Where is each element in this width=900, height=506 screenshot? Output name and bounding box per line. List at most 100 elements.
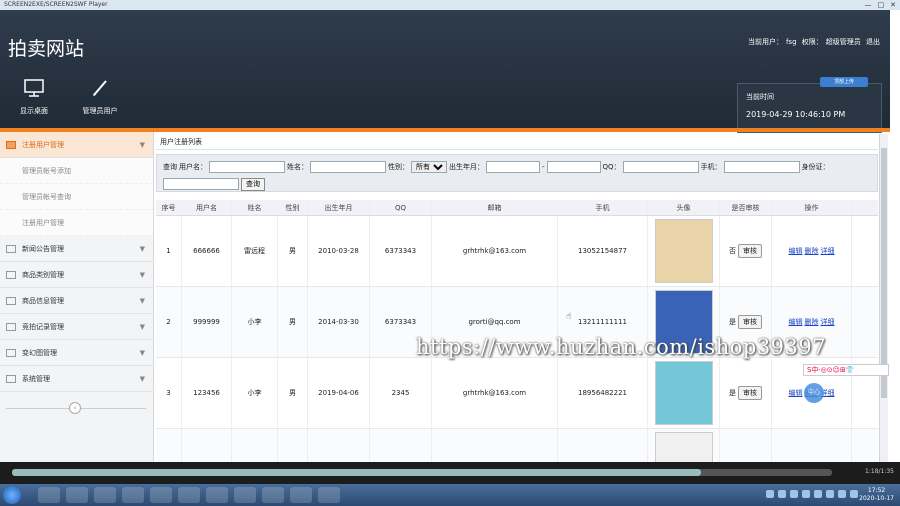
taskbar-app-icon[interactable] — [206, 487, 228, 503]
sidebar-group-slides[interactable]: 变幻图管理 ▼ — [0, 340, 153, 366]
sidebar-item-admin-add[interactable]: 管理员帐号添加 — [0, 158, 153, 184]
sidebar-group-goods[interactable]: 商品信息管理 ▼ — [0, 288, 153, 314]
folder-icon — [6, 323, 16, 331]
gear-icon — [6, 375, 16, 383]
cell-birth: 2010-03-28 — [308, 216, 370, 286]
detail-link[interactable]: 详细 — [821, 317, 835, 327]
sidebar-group-category[interactable]: 商品类别管理 ▼ — [0, 262, 153, 288]
sidebar-item-admin-query[interactable]: 管理员帐号查询 — [0, 184, 153, 210]
cell-name: 雷远程 — [232, 216, 278, 286]
role-value: 超级管理员 — [825, 38, 861, 46]
cell-username: 999999 — [182, 287, 232, 357]
cell-qq: 2345 — [370, 358, 432, 428]
floating-assistant-ball[interactable]: 中心 — [804, 383, 824, 403]
sidebar-group-user-management[interactable]: 注册用户管理 ▼ — [0, 132, 153, 158]
cell-audit: 否审核 — [720, 216, 772, 286]
sidebar-group-label: 系统管理 — [22, 375, 50, 383]
search-button[interactable]: 查询 — [241, 177, 265, 191]
taskbar-chrome-icon[interactable] — [38, 487, 60, 503]
chevron-down-icon: ▼ — [139, 297, 145, 305]
list-icon — [6, 245, 16, 253]
nav-tile-desktop[interactable]: 显示桌面 — [4, 74, 64, 132]
taskbar-app-icon[interactable] — [318, 487, 340, 503]
sidebar-item-registered-users[interactable]: 注册用户管理 — [0, 210, 153, 236]
cell-avatar — [648, 358, 720, 428]
start-button[interactable] — [3, 486, 21, 504]
vertical-scrollbar[interactable] — [879, 134, 888, 462]
sidebar-group-system[interactable]: 系统管理 ▼ — [0, 366, 153, 392]
upload-badge[interactable]: 顶部上传 — [820, 77, 868, 87]
edit-link[interactable]: 编辑 — [789, 317, 803, 327]
phone-label: 手机： — [700, 163, 722, 171]
collapse-sidebar-icon[interactable]: ‹ — [69, 402, 81, 414]
taskbar-app-icon[interactable] — [234, 487, 256, 503]
tray-icon[interactable] — [766, 490, 774, 498]
username-input[interactable] — [209, 161, 285, 173]
cell-ops: 编辑删除详细 — [772, 216, 852, 286]
taskbar-app-icon[interactable] — [94, 487, 116, 503]
taskbar-app-icon[interactable] — [290, 487, 312, 503]
col-header: 是否审核 — [720, 200, 772, 215]
tray-icon[interactable] — [850, 490, 858, 498]
edit-link[interactable]: 编辑 — [789, 388, 803, 398]
maximize-icon[interactable]: □ — [878, 0, 885, 10]
delete-link[interactable]: 删除 — [805, 317, 819, 327]
clock-date: 2020-10-17 — [859, 495, 894, 502]
tray-icon[interactable] — [826, 490, 834, 498]
tray-icon[interactable] — [802, 490, 810, 498]
phone-input[interactable] — [723, 161, 800, 173]
cell-phone: 13052154877 — [558, 216, 648, 286]
tray-icon[interactable] — [838, 490, 846, 498]
cell-birth: 2014-03-30 — [308, 287, 370, 357]
monitor-icon — [24, 79, 44, 97]
delete-link[interactable]: 删除 — [805, 246, 819, 256]
folder-icon — [6, 297, 16, 305]
user-info: 当前用户： fsg 权限： 超级管理员 退出 — [745, 37, 880, 47]
window-titlebar: SCREEN2EXE/SCREEN2SWF Player — □ ✕ — [0, 0, 900, 10]
col-header: 序号 — [156, 200, 182, 215]
qq-label: QQ： — [602, 163, 621, 171]
gender-select[interactable]: 所有 — [411, 161, 447, 173]
taskbar-app-icon[interactable] — [66, 487, 88, 503]
birth-start-input[interactable] — [486, 161, 540, 173]
audit-button[interactable]: 审核 — [738, 244, 762, 258]
minimize-icon[interactable]: — — [865, 0, 872, 10]
tray-icon[interactable] — [790, 490, 798, 498]
audit-button[interactable]: 审核 — [738, 315, 762, 329]
site-title: 拍卖网站 — [8, 38, 85, 60]
gender-label: 性别： — [388, 163, 409, 171]
cell-gender: 男 — [278, 287, 308, 357]
qq-input[interactable] — [622, 161, 699, 173]
name-input[interactable] — [310, 161, 386, 173]
scrollbar-thumb[interactable] — [881, 148, 887, 398]
taskbar-app-icon[interactable] — [150, 487, 172, 503]
taskbar-app-icon[interactable] — [262, 487, 284, 503]
cell-name: 小李 — [232, 287, 278, 357]
time-value: 2019-04-29 10:46:10 PM — [746, 110, 846, 119]
cell-email: grhtrhk@163.com — [432, 216, 558, 286]
sidebar-group-news[interactable]: 新闻公告管理 ▼ — [0, 236, 153, 262]
audit-button[interactable]: 审核 — [738, 386, 762, 400]
sidebar-group-label: 新闻公告管理 — [22, 245, 64, 253]
watermark-text: https://www.huzhan.com/ishop39397 — [416, 335, 827, 359]
tray-icon[interactable] — [814, 490, 822, 498]
sidebar-group-bids[interactable]: 竞拍记录管理 ▼ — [0, 314, 153, 340]
edit-link[interactable]: 编辑 — [789, 246, 803, 256]
audit-status: 是 — [729, 389, 736, 397]
detail-link[interactable]: 详细 — [821, 246, 835, 256]
nav-tile-admin-user[interactable]: 管理员用户 — [70, 74, 130, 132]
taskbar-clock[interactable]: 17:52 2020-10-17 — [859, 487, 894, 503]
tray-icon[interactable] — [778, 490, 786, 498]
query-label: 查询 — [163, 163, 177, 171]
col-header: 用户名 — [182, 200, 232, 215]
logout-link[interactable]: 退出 — [866, 38, 880, 46]
app-header: 拍卖网站 当前用户： fsg 权限： 超级管理员 退出 显示桌面 管理员用户 顶部上… — [0, 10, 890, 133]
cell-gender: 男 — [278, 216, 308, 286]
taskbar-app-icon[interactable] — [122, 487, 144, 503]
ime-toolbar[interactable]: S中·◎⊙☺⊞👕 — [803, 364, 889, 376]
idcard-input[interactable] — [163, 178, 239, 190]
cell-phone: 18956482221 — [558, 358, 648, 428]
close-icon[interactable]: ✕ — [890, 0, 896, 10]
taskbar-app-icon[interactable] — [178, 487, 200, 503]
birth-end-input[interactable] — [546, 161, 601, 173]
